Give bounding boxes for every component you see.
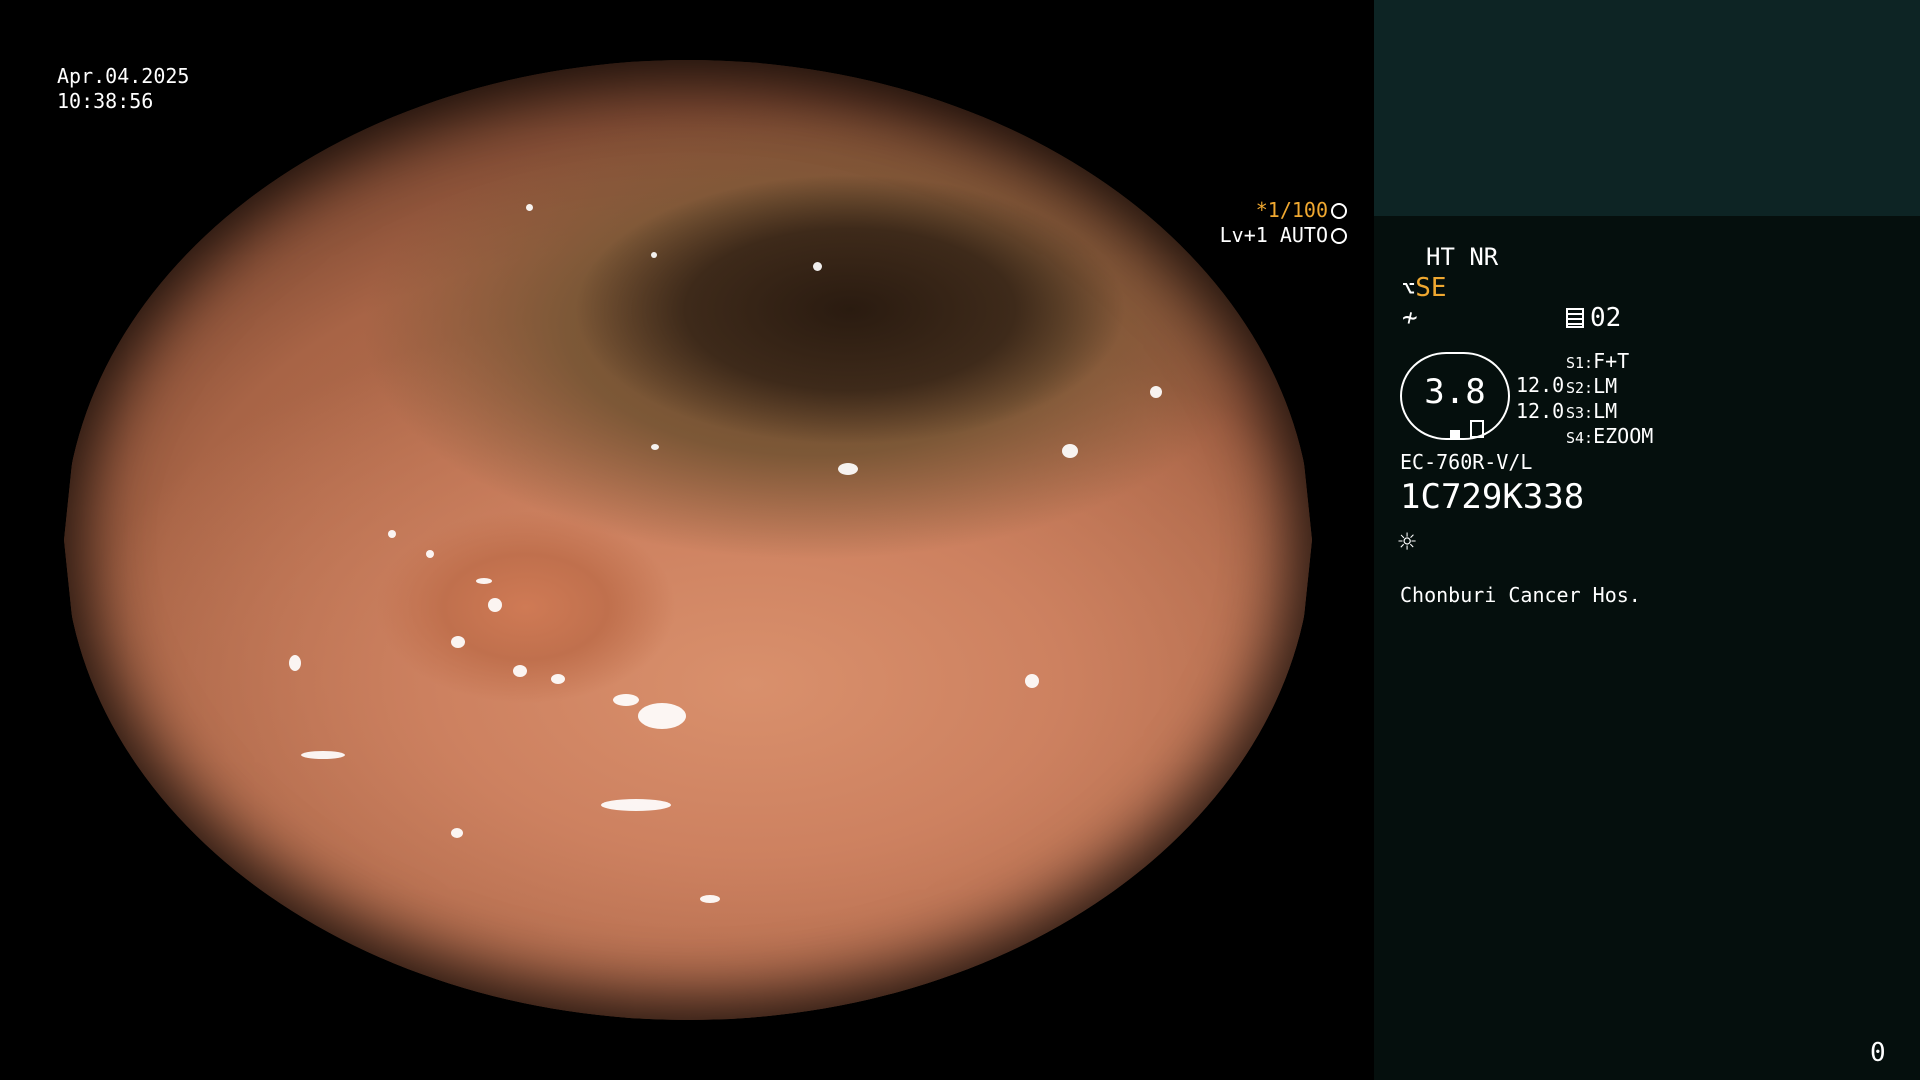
scope-model: EC-760R-V/L xyxy=(1400,450,1533,474)
aperture-icon xyxy=(1331,203,1347,219)
hospital-name: Chonburi Cancer Hos. xyxy=(1400,583,1641,607)
switch-row: S1:F+T xyxy=(1566,349,1629,375)
shutter-speed: *1/100 xyxy=(1220,198,1347,223)
switch-value: EZOOM xyxy=(1593,424,1654,448)
memory-slot-number: 02 xyxy=(1590,303,1622,333)
switch-key: S2: xyxy=(1566,379,1594,397)
scope-icon: ⌥ xyxy=(1402,277,1416,302)
date-label: Apr.04.2025 xyxy=(57,64,190,88)
iris-icon xyxy=(1331,228,1347,244)
scope-serial: 1C729K338 xyxy=(1400,477,1585,517)
enhancement-row: ⌥SE xyxy=(1402,275,1447,303)
switch-key: S3: xyxy=(1566,404,1594,422)
image-counter: 0 xyxy=(1870,1038,1886,1068)
memory-card-icon xyxy=(1566,308,1584,328)
exposure-level: Lv+1 AUTO xyxy=(1220,223,1347,248)
enhancement-mode: SE xyxy=(1415,273,1447,303)
time-label: 10:38:56 xyxy=(57,89,154,113)
processing-mode: HT NR xyxy=(1426,243,1499,271)
setting-value-2: 12.0 xyxy=(1516,399,1565,423)
switch-row: S2:LM xyxy=(1566,374,1617,400)
exposure-readout: *1/100 Lv+1 AUTO xyxy=(1150,98,1350,247)
info-panel: HT NR ⌥SE ≁ 02 3.8 12.0 12.0 S1:F+T S2:L… xyxy=(1374,0,1920,1080)
switch-key: S1: xyxy=(1566,354,1594,372)
switch-key: S4: xyxy=(1566,429,1594,447)
wave-icon: ≁ xyxy=(1402,303,1418,333)
gauge-tab-icon xyxy=(1470,420,1484,438)
sun-icon: ☼ xyxy=(1398,525,1417,560)
endoscopic-image xyxy=(64,60,1312,1020)
switch-row: S3:LM xyxy=(1566,399,1617,425)
endoscopic-view: Apr.04.2025 10:38:56 *1/100 Lv+1 AUTO xyxy=(0,0,1374,1080)
endoscopy-monitor: Apr.04.2025 10:38:56 *1/100 Lv+1 AUTO HT… xyxy=(0,0,1920,1080)
switch-row: S4:EZOOM xyxy=(1566,424,1653,450)
switch-value: LM xyxy=(1593,374,1618,398)
gauge-marker xyxy=(1450,430,1460,438)
panel-header-block xyxy=(1374,0,1920,216)
switch-value: F+T xyxy=(1593,349,1630,373)
gauge-value: 3.8 xyxy=(1424,372,1486,412)
switch-value: LM xyxy=(1593,399,1618,423)
memory-slot: 02 xyxy=(1566,305,1621,331)
date-time: Apr.04.2025 10:38:56 xyxy=(57,64,189,114)
setting-value-1: 12.0 xyxy=(1516,373,1565,397)
